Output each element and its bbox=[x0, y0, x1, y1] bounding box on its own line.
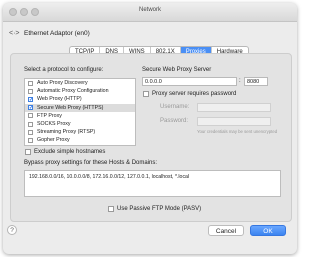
credentials-note: Your credentials may be sent unencrypted bbox=[197, 129, 278, 134]
server-port-field[interactable]: 8080 bbox=[244, 77, 268, 86]
protocol-item[interactable]: Gopher Proxy bbox=[25, 136, 135, 144]
adapter-title: Ethernet Adaptor (en0) bbox=[24, 30, 90, 37]
requires-password-label: Proxy server requires password bbox=[152, 91, 237, 97]
protocol-checkbox[interactable] bbox=[28, 121, 33, 127]
protocol-checkbox[interactable] bbox=[28, 129, 33, 135]
port-separator: : bbox=[239, 78, 241, 84]
password-label: Password: bbox=[160, 118, 189, 124]
back-icon[interactable]: <·> bbox=[9, 30, 20, 38]
protocol-list[interactable]: Auto Proxy Discovery Automatic Proxy Con… bbox=[24, 78, 136, 146]
protocol-checkbox[interactable]: ✓ bbox=[28, 96, 33, 102]
protocol-checkbox[interactable] bbox=[28, 80, 33, 86]
passive-ftp-checkbox[interactable] bbox=[108, 206, 114, 212]
protocol-checkbox[interactable] bbox=[28, 113, 33, 119]
protocol-item[interactable]: Auto Proxy Discovery bbox=[25, 79, 135, 87]
bypass-label: Bypass proxy settings for these Hosts & … bbox=[24, 160, 158, 166]
protocol-checkbox[interactable] bbox=[28, 137, 33, 143]
protocol-item[interactable]: Automatic Proxy Configuration bbox=[25, 87, 135, 95]
username-label: Username: bbox=[160, 104, 190, 110]
help-button[interactable]: ? bbox=[7, 225, 17, 235]
exclude-simple-label: Exclude simple hostnames bbox=[34, 149, 106, 155]
cancel-button[interactable]: Cancel bbox=[208, 225, 244, 236]
passive-ftp-label: Use Passive FTP Mode (PASV) bbox=[117, 206, 202, 212]
bypass-field[interactable]: 192.168.0.0/16, 10.0.0.0/8, 172.16.0.0/1… bbox=[24, 170, 281, 197]
protocol-item[interactable]: SOCKS Proxy bbox=[25, 120, 135, 128]
protocol-item-selected[interactable]: ✓ Secure Web Proxy (HTTPS) bbox=[25, 103, 135, 112]
server-heading: Secure Web Proxy Server bbox=[142, 67, 212, 73]
exclude-simple-checkbox[interactable] bbox=[25, 149, 31, 155]
ok-button[interactable]: OK bbox=[250, 225, 286, 236]
window-title: Network bbox=[138, 7, 161, 13]
protocol-item[interactable]: FTP Proxy bbox=[25, 112, 135, 120]
protocol-checkbox[interactable] bbox=[28, 88, 33, 94]
protocol-item[interactable]: Streaming Proxy (RTSP) bbox=[25, 128, 135, 136]
title-bar: Network bbox=[3, 3, 297, 22]
protocol-heading: Select a protocol to configure: bbox=[24, 67, 104, 73]
requires-password-checkbox[interactable] bbox=[143, 91, 149, 97]
protocol-checkbox[interactable]: ✓ bbox=[28, 105, 33, 111]
password-field[interactable] bbox=[197, 117, 271, 126]
protocol-item[interactable]: ✓ Web Proxy (HTTP) bbox=[25, 95, 135, 103]
server-address-field[interactable]: 0.0.0.0 bbox=[142, 77, 237, 86]
username-field[interactable] bbox=[197, 103, 271, 112]
